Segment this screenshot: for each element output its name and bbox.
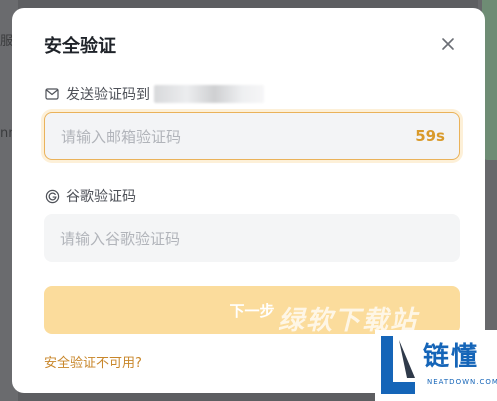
- resend-countdown: 59s: [415, 127, 445, 145]
- next-step-label: 下一步: [229, 301, 275, 320]
- email-code-label: 发送验证码到: [66, 87, 150, 103]
- email-code-label-row: 发送验证码到: [44, 84, 264, 104]
- google-icon: [44, 188, 60, 204]
- dialog-title: 安全验证: [44, 36, 116, 57]
- logo-chinese-text: 链懂: [423, 342, 480, 372]
- masked-email-address: [154, 85, 264, 103]
- close-icon: [442, 38, 454, 50]
- logo-english-text: NEATDOWN.COM: [427, 378, 497, 386]
- google-code-label-row: 谷歌验证码: [44, 186, 136, 206]
- google-code-label: 谷歌验证码: [66, 189, 136, 205]
- verification-unavailable-link[interactable]: 安全验证不可用?: [44, 352, 142, 371]
- google-code-placeholder: 请输入谷歌验证码: [60, 229, 181, 248]
- close-button[interactable]: [437, 33, 459, 55]
- site-logo-watermark: 链懂 NEATDOWN.COM: [375, 330, 497, 401]
- email-code-input[interactable]: 请输入邮箱验证码 59s: [44, 112, 460, 160]
- google-code-input[interactable]: 请输入谷歌验证码: [44, 214, 460, 262]
- email-code-placeholder: 请输入邮箱验证码: [61, 127, 182, 146]
- logo-mark-icon: [381, 336, 415, 394]
- mail-icon: [44, 86, 60, 102]
